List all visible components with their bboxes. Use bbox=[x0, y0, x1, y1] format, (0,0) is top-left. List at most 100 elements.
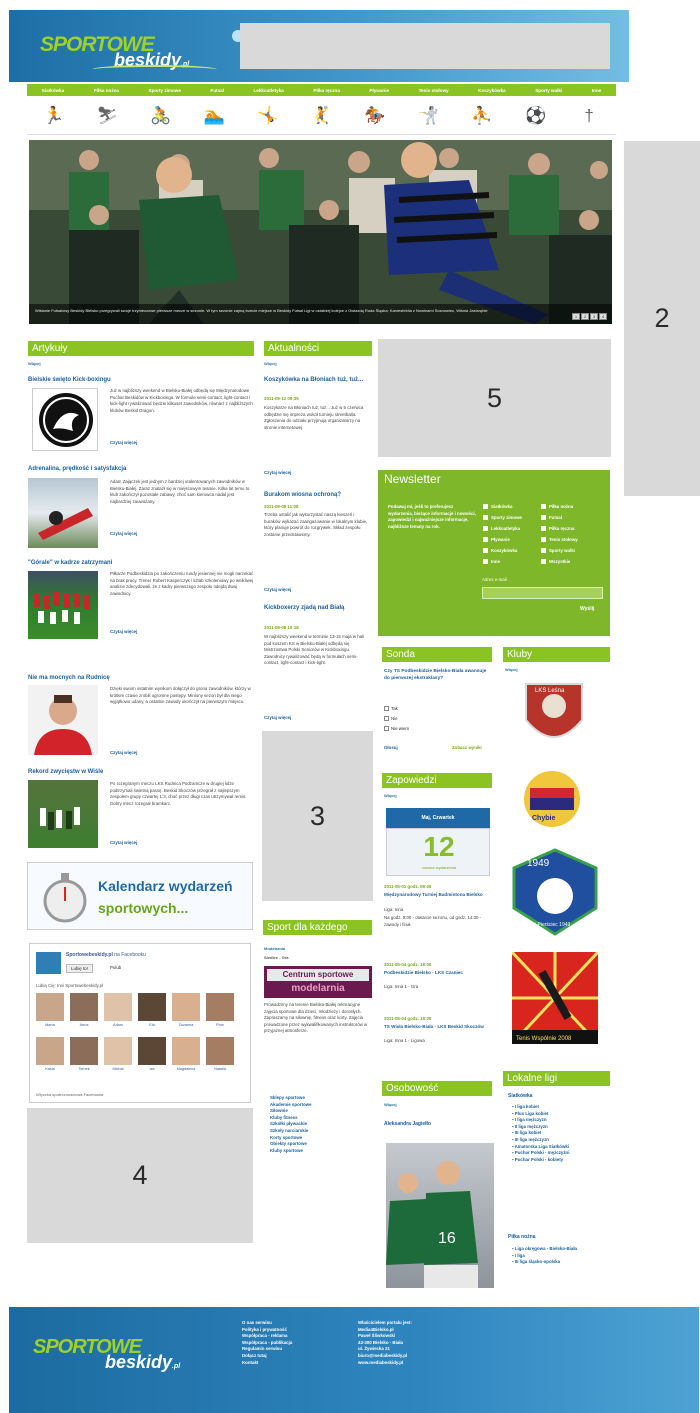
poll-option[interactable]: Tak bbox=[384, 706, 398, 711]
personality-name[interactable]: Aleksandra Jagiełło bbox=[384, 1121, 431, 1128]
footer-logo[interactable]: SPORTOWE beskidy.pl bbox=[33, 1336, 203, 1376]
newsletter-opt[interactable]: Koszykówka bbox=[483, 548, 517, 553]
sport-link[interactable]: Obiekty sportowe bbox=[270, 1141, 311, 1148]
nav-item-sporty-walki[interactable]: Sporty walki bbox=[535, 88, 562, 93]
article-3-title[interactable]: "Górale" w kadrze zatrzymani bbox=[28, 560, 254, 567]
facebook-fan[interactable]: Zuzanna bbox=[172, 993, 200, 1027]
article-3-read-more[interactable]: Czytaj więcej bbox=[110, 629, 137, 634]
nav-item-koszykowka[interactable]: Koszykówka bbox=[478, 88, 506, 93]
footer-contact-email[interactable]: biuro@mediabeskidy.pl bbox=[358, 1353, 412, 1360]
newsletter-opt[interactable]: Sporty walki bbox=[541, 548, 575, 553]
footer-link[interactable]: Regulamin serwisu bbox=[242, 1346, 292, 1353]
article-4-title[interactable]: Nie ma mocnych na Rudnicę bbox=[28, 675, 254, 682]
club-logo-tenis[interactable]: Tenis Wspólnie 2008 bbox=[512, 952, 598, 1044]
sport-link[interactable]: Korty sportowe bbox=[270, 1135, 311, 1142]
club-logo-blekitni[interactable]: 1949 Błękitni Pierściec 1949 bbox=[512, 848, 598, 936]
sport-link[interactable]: Kluby fitness bbox=[270, 1115, 311, 1122]
footer-link[interactable]: Polityka i prywatność bbox=[242, 1327, 292, 1334]
news-1-read-more[interactable]: Czytaj więcej bbox=[264, 470, 291, 475]
nav-item-siatkowka[interactable]: Siatkówka bbox=[42, 88, 64, 93]
league-link[interactable]: ▪ III liga kobiet bbox=[512, 1130, 604, 1137]
newsletter-submit-button[interactable]: Wyślij bbox=[580, 606, 594, 612]
poll-option[interactable]: Nie wiem bbox=[384, 726, 409, 731]
footer-link[interactable]: O nas serwisu bbox=[242, 1320, 292, 1327]
announcements-more-link[interactable]: Więcej bbox=[384, 793, 397, 798]
sport-link[interactable]: Szkoły narciarskie bbox=[270, 1128, 311, 1135]
article-3-thumb[interactable] bbox=[28, 571, 98, 639]
facebook-fan[interactable]: Marta bbox=[36, 993, 64, 1027]
facebook-fan[interactable]: Adam bbox=[104, 993, 132, 1027]
ad-slot-1[interactable] bbox=[240, 23, 610, 69]
sport-link[interactable]: Sklepy sportowe bbox=[270, 1095, 311, 1102]
poll-vote-button[interactable]: Głosuj bbox=[384, 745, 398, 750]
boxer-icon[interactable]: 🤺 bbox=[404, 106, 452, 126]
player-icon[interactable]: ⛹ bbox=[458, 106, 506, 126]
news-2-title[interactable]: Burakom wiosna ochroną? bbox=[264, 492, 372, 499]
facebook-fan[interactable]: Piotr bbox=[206, 993, 234, 1027]
newsletter-opt[interactable]: Lekkoatletyka bbox=[483, 526, 520, 531]
newsletter-opt[interactable]: Inne bbox=[483, 559, 500, 564]
facebook-page-name[interactable]: Sportowebeskidy.pl na Facebooku bbox=[66, 952, 146, 958]
rider-icon[interactable]: 🏇 bbox=[351, 106, 399, 126]
footballer-icon[interactable]: ⚽ bbox=[512, 106, 560, 126]
hero-pager-1[interactable]: 1 bbox=[572, 313, 580, 320]
club-logo-chybie[interactable]: Chybie bbox=[512, 768, 592, 830]
footer-link[interactable]: Współpraca - publikacja bbox=[242, 1340, 292, 1347]
personality-photo[interactable]: 16 bbox=[386, 1143, 494, 1288]
facebook-fan[interactable]: Kasia bbox=[36, 1037, 64, 1071]
articles-more-link[interactable]: Więcej bbox=[28, 361, 41, 366]
article-5-title[interactable]: Rekord zwycięstw w Wiśle bbox=[28, 769, 254, 776]
article-2-read-more[interactable]: Czytaj więcej bbox=[110, 531, 137, 536]
article-1-title[interactable]: Bielskie święto Kick-boxingu bbox=[28, 377, 254, 384]
nav-item-lekkoatletyka[interactable]: Lekkoatletyka bbox=[253, 88, 283, 93]
article-2-thumb[interactable] bbox=[28, 478, 98, 548]
news-2-read-more[interactable]: Czytaj więcej bbox=[264, 587, 291, 592]
league-link[interactable]: ▪ Puchar Polski - mężczyźni bbox=[512, 1150, 604, 1157]
league-link[interactable]: ▪ Amatorska Liga Siatkówki bbox=[512, 1144, 604, 1151]
ad-slot-4[interactable]: 4 bbox=[27, 1108, 253, 1243]
newsletter-opt[interactable]: Piłka nożna bbox=[541, 504, 573, 509]
hero-pager-3[interactable]: 3 bbox=[590, 313, 598, 320]
jumper-icon[interactable]: 🤾 bbox=[297, 106, 345, 126]
calendar-events-link[interactable]: zobacz wydarzenia bbox=[387, 865, 491, 870]
newsletter-opt[interactable]: Sporty zimowe bbox=[483, 515, 522, 520]
league-link[interactable]: ▪ I liga mężczyzn bbox=[512, 1117, 604, 1124]
poll-option[interactable]: Nie bbox=[384, 716, 398, 721]
article-1-read-more[interactable]: Czytaj więcej bbox=[110, 440, 137, 445]
nav-item-futsal[interactable]: Futsal bbox=[210, 88, 224, 93]
facebook-fan[interactable]: Magdalena bbox=[172, 1037, 200, 1071]
footer-link[interactable]: Współpraca - reklama bbox=[242, 1333, 292, 1340]
sport-for-all-sub1[interactable]: Modelarnia bbox=[264, 946, 285, 951]
newsletter-opt[interactable]: Siatkówka bbox=[483, 504, 512, 509]
newsletter-opt[interactable]: Futsal bbox=[541, 515, 562, 520]
facebook-fan[interactable]: Tomek bbox=[70, 1037, 98, 1071]
other-icon[interactable]: † bbox=[565, 106, 613, 126]
league-link[interactable]: ▪ III liga mężczyzn bbox=[512, 1137, 604, 1144]
hero-pager-2[interactable]: 2 bbox=[581, 313, 589, 320]
article-2-title[interactable]: Adrenalina, prędkość i satysfakcja bbox=[28, 466, 254, 473]
sport-link[interactable]: Kluby sportowe bbox=[270, 1148, 311, 1155]
nav-item-pilka-nozna[interactable]: Piłka nożna bbox=[94, 88, 119, 93]
poll-results-link[interactable]: Zobacz wyniki bbox=[452, 745, 482, 750]
newsletter-opt[interactable]: Tenis stołowy bbox=[541, 537, 578, 542]
cyclist-icon[interactable]: 🚴 bbox=[137, 106, 185, 126]
hero-slider[interactable]: Wiślanie Futsalowy Beskidy Bielsko przeg… bbox=[29, 140, 612, 324]
facebook-fan[interactable]: Natalia bbox=[206, 1037, 234, 1071]
article-5-read-more[interactable]: Czytaj więcej bbox=[110, 840, 137, 845]
event-1-title[interactable]: Międzynarodowy Turniej Badmintona Bielsk… bbox=[384, 892, 492, 899]
nav-item-sporty-zimowe[interactable]: Sporty zimowe bbox=[149, 88, 181, 93]
sport-link[interactable]: Szkółki pływackie bbox=[270, 1121, 311, 1128]
facebook-fan[interactable]: Iza bbox=[138, 1037, 166, 1071]
calendar-day-box[interactable]: 12 zobacz wydarzenia bbox=[386, 828, 490, 876]
nav-item-pilka-reczna[interactable]: Piłka ręczna bbox=[313, 88, 340, 93]
article-1-thumb[interactable] bbox=[32, 388, 98, 451]
event-2-title[interactable]: Podbeskidzie Bielsko - LKS Czaniec bbox=[384, 970, 492, 977]
nav-item-plywanie[interactable]: Pływanie bbox=[369, 88, 389, 93]
article-4-thumb[interactable] bbox=[28, 685, 98, 755]
newsletter-opt[interactable]: Pływanie bbox=[483, 537, 510, 542]
news-more-link[interactable]: Więcej bbox=[264, 361, 277, 366]
athlete-icon[interactable]: 🤸 bbox=[244, 106, 292, 126]
hero-pager-4[interactable]: 4 bbox=[599, 313, 607, 320]
footer-contact-website[interactable]: www.mediabeskidy.pl bbox=[358, 1360, 412, 1367]
footer-link[interactable]: Dołącz tutaj bbox=[242, 1353, 292, 1360]
